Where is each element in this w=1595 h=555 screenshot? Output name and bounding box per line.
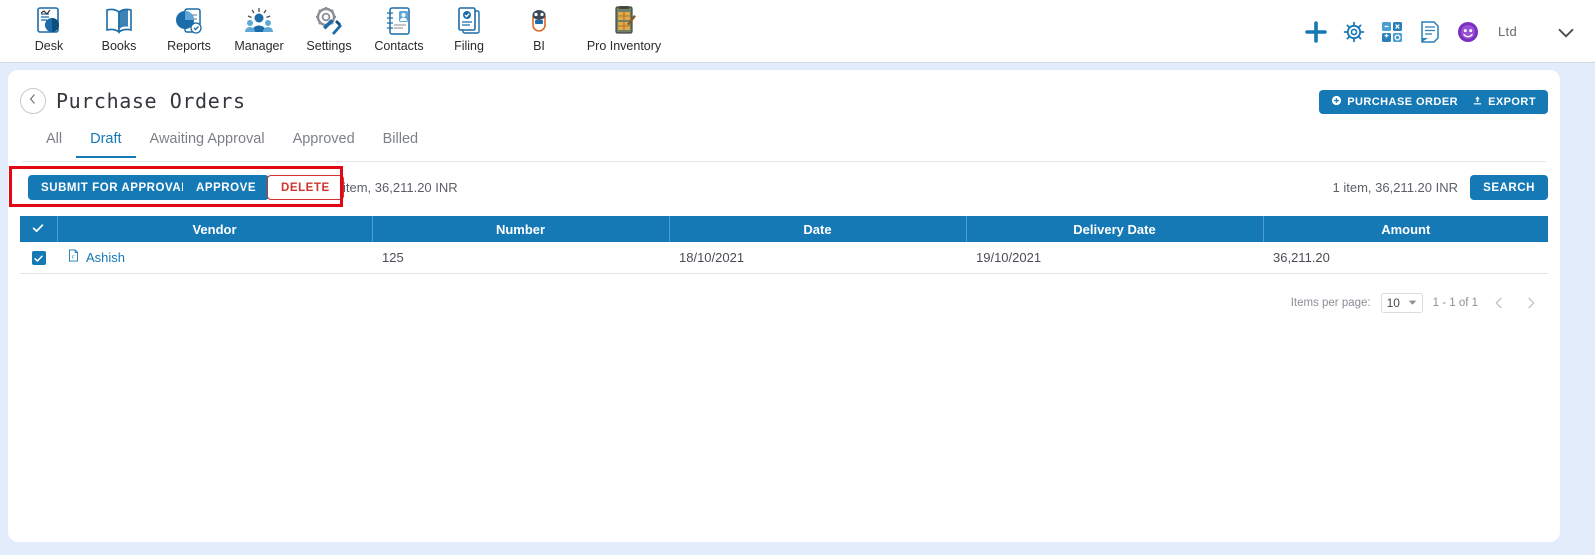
next-page-button[interactable]	[1520, 292, 1542, 314]
cell-delivery-date: 19/10/2021	[966, 242, 1263, 274]
column-header-vendor[interactable]: Vendor	[57, 216, 373, 242]
app-item-filing[interactable]: Filing	[434, 3, 504, 53]
card-header: Purchase Orders PURCHASE ORDER EXPORT	[8, 70, 1560, 128]
app-item-books[interactable]: Books	[84, 3, 154, 53]
items-per-page-select[interactable]: 10	[1380, 293, 1423, 313]
row-checkbox[interactable]	[31, 251, 46, 266]
manager-icon	[243, 5, 275, 37]
app-label-contacts: Contacts	[374, 39, 424, 53]
app-launcher-list: Desk Books Reports Manager Settings Cont…	[0, 0, 674, 53]
top-navigation-bar: Desk Books Reports Manager Settings Cont…	[0, 0, 1595, 63]
search-button[interactable]: SEARCH	[1470, 175, 1548, 200]
chevron-down-icon[interactable]	[1553, 19, 1579, 45]
cell-number: 125	[372, 242, 669, 274]
app-label-bi: BI	[533, 39, 545, 53]
column-header-amount[interactable]: Amount	[1263, 216, 1548, 242]
selection-summary-left: item, 36,211.20 INR	[343, 180, 458, 195]
upload-icon	[1472, 95, 1483, 109]
tab-all[interactable]: All	[32, 128, 76, 158]
top-nav-actions: Ltd	[1304, 0, 1595, 63]
app-label-filing: Filing	[454, 39, 484, 53]
page-title: Purchase Orders	[56, 89, 246, 113]
export-button-label: EXPORT	[1488, 96, 1536, 108]
plus-icon[interactable]	[1304, 20, 1328, 44]
svg-text:F: F	[72, 255, 75, 261]
column-header-number[interactable]: Number	[372, 216, 670, 242]
tab-draft[interactable]: Draft	[76, 128, 136, 158]
app-item-contacts[interactable]: Contacts	[364, 3, 434, 53]
items-per-page-label: Items per page:	[1290, 297, 1371, 309]
purchase-orders-table: Vendor Number Date Delivery Date Amount	[20, 216, 1548, 274]
export-button[interactable]: EXPORT	[1460, 90, 1548, 114]
app-label-desk: Desk	[34, 39, 64, 53]
document-icon: F	[67, 249, 80, 265]
app-item-reports[interactable]: Reports	[154, 3, 224, 53]
select-all-checkbox[interactable]	[31, 221, 45, 235]
column-header-delivery-date[interactable]: Delivery Date	[966, 216, 1264, 242]
notes-icon[interactable]	[1418, 20, 1442, 44]
status-tabs: All Draft Awaiting Approval Approved Bil…	[8, 128, 1560, 162]
items-per-page-value: 10	[1386, 296, 1400, 310]
cell-amount: 36,211.20	[1263, 242, 1548, 274]
approve-button[interactable]: APPROVE	[183, 175, 270, 200]
bi-icon	[523, 5, 555, 37]
table-header-row: Vendor Number Date Delivery Date Amount	[20, 216, 1548, 242]
column-header-date[interactable]: Date	[669, 216, 967, 242]
action-bar: SUBMIT FOR APPROVAL APPROVE DELETE item,…	[8, 166, 1560, 206]
app-item-bi[interactable]: BI	[504, 3, 574, 53]
chevron-left-icon	[26, 92, 40, 111]
page-range-label: 1 - 1 of 1	[1432, 297, 1478, 309]
purchase-orders-card: Purchase Orders PURCHASE ORDER EXPORT Al…	[8, 70, 1560, 542]
plus-circle-icon	[1331, 95, 1342, 109]
tab-awaiting-approval[interactable]: Awaiting Approval	[136, 128, 279, 158]
cell-vendor[interactable]: F Ashish	[57, 242, 372, 274]
pro-inventory-icon	[608, 5, 640, 37]
delete-button[interactable]: DELETE	[267, 175, 344, 200]
desk-icon	[33, 5, 65, 37]
gear-icon[interactable]	[1342, 20, 1366, 44]
avatar-icon[interactable]	[1456, 20, 1480, 44]
contacts-icon	[383, 5, 415, 37]
table-row[interactable]: F Ashish 125 18/10/2021 19/10/2021 36,21…	[20, 242, 1548, 274]
submit-for-approval-button[interactable]: SUBMIT FOR APPROVAL	[28, 175, 202, 200]
previous-page-button[interactable]	[1488, 292, 1510, 314]
app-label-reports: Reports	[167, 39, 211, 53]
app-item-manager[interactable]: Manager	[224, 3, 294, 53]
reports-icon	[173, 5, 205, 37]
apps-grid-icon[interactable]	[1380, 20, 1404, 44]
app-item-settings[interactable]: Settings	[294, 3, 364, 53]
tab-billed[interactable]: Billed	[369, 128, 432, 158]
selection-summary-right: 1 item, 36,211.20 INR	[1332, 180, 1459, 195]
settings-icon	[313, 5, 345, 37]
cell-date: 18/10/2021	[669, 242, 966, 274]
books-icon	[103, 5, 135, 37]
app-item-pro-inventory[interactable]: Pro Inventory	[574, 3, 674, 53]
purchase-order-button[interactable]: PURCHASE ORDER	[1319, 90, 1470, 114]
tab-approved[interactable]: Approved	[279, 128, 369, 158]
organization-label: Ltd	[1498, 24, 1517, 39]
app-label-settings: Settings	[306, 39, 352, 53]
paginator: Items per page: 10 1 - 1 of 1	[1291, 292, 1542, 314]
app-item-desk[interactable]: Desk	[14, 3, 84, 53]
column-header-select-all[interactable]	[20, 216, 58, 242]
tabs-divider	[22, 161, 1546, 162]
app-label-manager: Manager	[234, 39, 284, 53]
row-select-cell[interactable]	[20, 242, 57, 274]
chevron-down-icon	[1408, 296, 1417, 310]
app-label-books: Books	[101, 39, 137, 53]
purchase-order-button-label: PURCHASE ORDER	[1347, 96, 1458, 108]
filing-icon	[453, 5, 485, 37]
vendor-link[interactable]: Ashish	[86, 250, 125, 265]
app-label-pro-inventory: Pro Inventory	[586, 39, 662, 53]
back-button[interactable]	[20, 88, 46, 114]
